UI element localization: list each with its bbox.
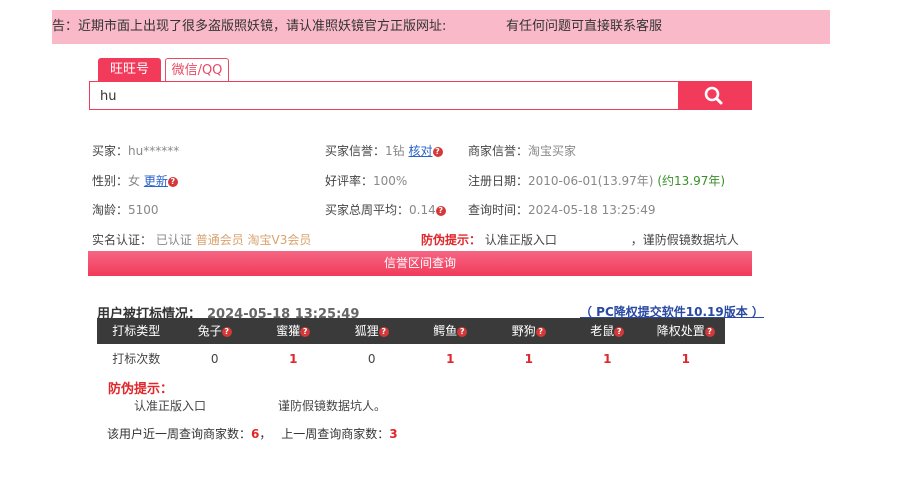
column-header: 鳄鱼? (411, 318, 490, 344)
buyer-credit-value: 1钻 (385, 144, 405, 158)
week-count-label: 该用户近一周查询商家数： (107, 427, 252, 441)
reg-date-row: 注册日期：2010-06-01(13.97年) (约13.97年) (468, 172, 725, 189)
table-cell: 0 (210, 352, 219, 366)
reg-approx: (约13.97年) (657, 174, 726, 188)
query-counts: 该用户近一周查询商家数：6， 上一周查询商家数：3 (107, 425, 398, 442)
column-header: 野狗? (490, 318, 569, 344)
flag-table-header: 打标类型 兔子? 蜜獾? 狐狸? 鳄鱼? 野狗? 老鼠? 降权处置? (97, 318, 725, 344)
credit-range-button[interactable]: 信誉区间查询 (88, 251, 752, 276)
search-button[interactable] (678, 82, 751, 109)
good-rate-label: 好评率： (325, 174, 374, 188)
query-time-value: 2024-05-18 13:25:49 (528, 203, 656, 217)
help-icon[interactable]: ? (435, 206, 446, 216)
seller-credit-label: 商家信誉： (468, 144, 529, 158)
table-cell: 0 (367, 352, 376, 366)
realname-value: 已认证 (155, 233, 192, 247)
tab-wechat-qq[interactable]: 微信/QQ (165, 58, 229, 82)
help-icon[interactable]: ? (221, 327, 232, 337)
buyer-value: hu****** (128, 144, 180, 158)
column-header: 老鼠? (568, 318, 647, 344)
realname-label: 实名认证： (92, 233, 153, 247)
help-icon[interactable]: ? (535, 327, 546, 337)
table-row: 打标次数 0 1 0 1 1 1 1 (97, 344, 725, 374)
avg-value: 0.14 (409, 203, 436, 217)
column-header: 打标类型 (112, 324, 161, 338)
avg-row: 买家总周平均：0.14? (325, 201, 446, 218)
search-input[interactable] (90, 82, 692, 111)
column-header: 降权处置? (647, 318, 726, 344)
gender-update-link[interactable]: 更新 (144, 174, 168, 188)
buyer-row: 买家：hu****** (92, 142, 179, 159)
antifake-warning: ，谨防假镜数据坑人 (630, 233, 739, 247)
avg-label: 买家总周平均： (325, 203, 410, 217)
column-header: 狐狸? (333, 318, 412, 344)
member-badge-normal: 普通会员 (195, 233, 244, 247)
last-week-count-label: 上一周查询商家数： (281, 427, 390, 441)
reg-date-label: 注册日期： (468, 174, 529, 188)
search-bar (89, 81, 752, 111)
seller-credit-value: 淘宝买家 (528, 144, 577, 158)
help-icon[interactable]: ? (167, 177, 178, 187)
buyer-credit-row: 买家信誉：1钻 核对? (325, 142, 443, 159)
search-icon (704, 86, 723, 105)
announcement-text: 告：近期市面上出现了很多盗版照妖镜，请认准照妖镜官方正版网址: (52, 19, 447, 34)
table-cell: 1 (524, 352, 533, 366)
last-week-count-value: 3 (389, 427, 398, 441)
query-time-row: 查询时间：2024-05-18 13:25:49 (468, 201, 655, 218)
buyer-credit-label: 买家信誉： (325, 144, 386, 158)
table-cell: 1 (681, 352, 690, 366)
table-cell: 1 (289, 352, 298, 366)
age-label: 淘龄： (92, 203, 129, 217)
gender-label: 性别： (92, 174, 129, 188)
help-icon[interactable]: ? (432, 147, 443, 157)
separator: ， (259, 427, 272, 441)
warning-title: 防伪提示： (108, 382, 174, 397)
table-cell: 1 (446, 352, 455, 366)
help-icon[interactable]: ? (300, 327, 311, 337)
age-row: 淘龄：5100 (92, 201, 159, 218)
help-icon[interactable]: ? (378, 327, 389, 337)
member-badge-v3: 淘宝V3会员 (247, 233, 312, 247)
warning-text: 谨防假镜数据坑人。 (278, 399, 387, 413)
flag-table: 打标类型 兔子? 蜜獾? 狐狸? 鳄鱼? 野狗? 老鼠? 降权处置? 打标次数 … (97, 318, 725, 374)
row-label: 打标次数 (112, 352, 161, 366)
table-cell: 1 (603, 352, 612, 366)
warning-entry-link[interactable]: 认准正版入口 (134, 397, 206, 414)
help-icon[interactable]: ? (457, 327, 468, 337)
gender-value: 女 (128, 174, 141, 188)
help-icon[interactable]: ? (704, 327, 715, 337)
antifake-entry-link[interactable]: 认准正版入口 (485, 233, 557, 247)
column-header: 兔子? (176, 318, 255, 344)
gender-row: 性别：女 更新? (92, 172, 178, 189)
good-rate-row: 好评率：100% (325, 172, 407, 189)
good-rate-value: 100% (373, 174, 408, 188)
reg-date-value: 2010-06-01(13.97年) (528, 174, 654, 188)
antifake-row: 防伪提示： 认准正版入口 ，谨防假镜数据坑人 (421, 231, 739, 248)
realname-row: 实名认证： 已认证 普通会员 淘宝V3会员 (92, 231, 311, 248)
announcement-banner: 告：近期市面上出现了很多盗版照妖镜，请认准照妖镜官方正版网址: 有任何问题可直接… (52, 10, 830, 44)
help-icon[interactable]: ? (614, 327, 625, 337)
age-value: 5100 (128, 203, 159, 217)
query-time-label: 查询时间： (468, 203, 529, 217)
tab-wangwang[interactable]: 旺旺号 (98, 58, 161, 81)
buyer-credit-verify-link[interactable]: 核对 (408, 144, 432, 158)
seller-credit-row: 商家信誉：淘宝买家 (468, 142, 576, 159)
antifake-label: 防伪提示： (421, 233, 482, 247)
buyer-label: 买家： (92, 144, 129, 158)
column-header: 蜜獾? (254, 318, 333, 344)
contact-service-text[interactable]: 有任何问题可直接联系客服 (506, 10, 662, 44)
